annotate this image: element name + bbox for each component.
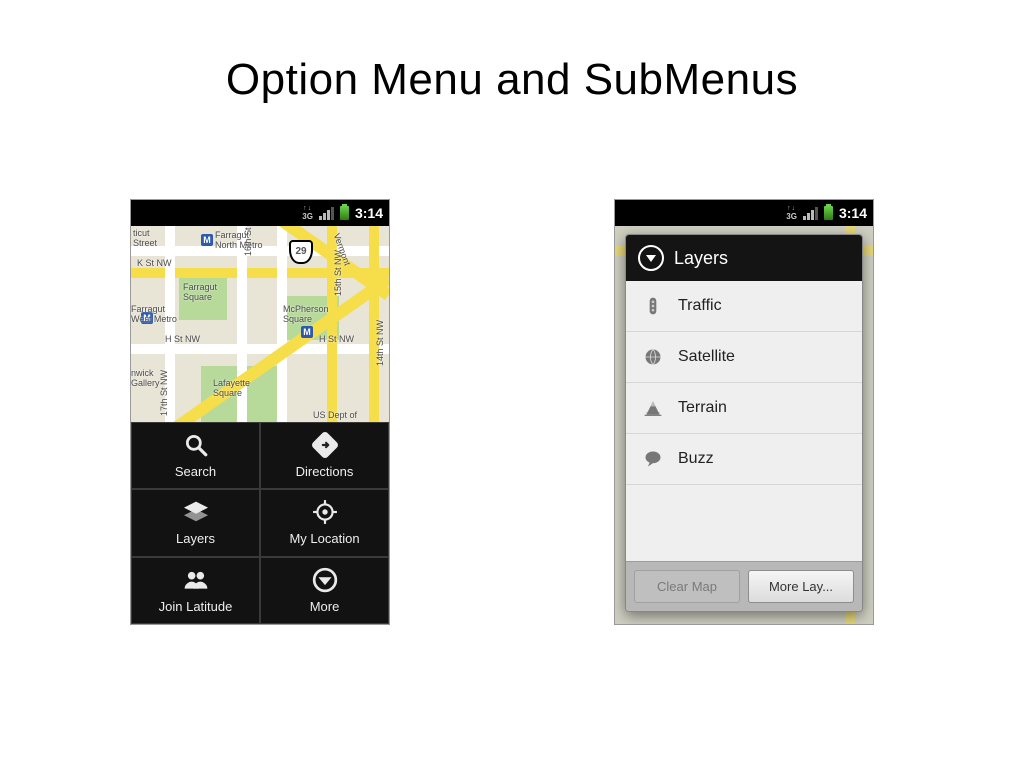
submenu-item-label: Traffic xyxy=(678,297,722,315)
terrain-icon xyxy=(642,397,664,419)
dropdown-circle-icon xyxy=(638,245,664,271)
option-label: Layers xyxy=(176,531,215,546)
option-label: My Location xyxy=(289,531,359,546)
status-time: 3:14 xyxy=(839,205,867,221)
map-view[interactable]: M M M 29 ticut Street K St NW Farragut N… xyxy=(131,226,389,422)
option-menu: Search Directions Layers M xyxy=(131,422,389,624)
satellite-icon xyxy=(642,346,664,368)
submenu-item-terrain[interactable]: Terrain xyxy=(626,383,862,434)
map-label: 17th St NW xyxy=(159,370,169,416)
submenu-list: Traffic Satellite Terrain xyxy=(626,281,862,561)
map-label: H St NW xyxy=(165,334,200,344)
signal-icon xyxy=(803,207,818,220)
map-label: nwick Gallery xyxy=(131,368,160,388)
traffic-icon xyxy=(642,295,664,317)
route-shield: 29 xyxy=(289,240,313,264)
network-3g-icon: ↑↓3G xyxy=(302,205,313,221)
submenu-item-traffic[interactable]: Traffic xyxy=(626,281,862,332)
layers-submenu: Layers Traffic Satellite xyxy=(625,234,863,612)
search-icon xyxy=(183,432,209,458)
metro-icon: M xyxy=(201,234,213,246)
option-layers[interactable]: Layers xyxy=(131,489,260,556)
option-label: Join Latitude xyxy=(159,599,233,614)
map-label: McPherson Square xyxy=(283,304,329,324)
clear-map-button[interactable]: Clear Map xyxy=(634,570,740,603)
option-my-location[interactable]: My Location xyxy=(260,489,389,556)
signal-icon xyxy=(319,207,334,220)
option-join-latitude[interactable]: Join Latitude xyxy=(131,557,260,624)
submenu-item-satellite[interactable]: Satellite xyxy=(626,332,862,383)
battery-icon xyxy=(824,206,833,220)
more-layers-button[interactable]: More Lay... xyxy=(748,570,854,603)
option-search[interactable]: Search xyxy=(131,422,260,489)
buzz-icon xyxy=(642,448,664,470)
map-label: US Dept of xyxy=(313,410,357,420)
submenu-footer: Clear Map More Lay... xyxy=(626,561,862,611)
map-label: ticut Street xyxy=(133,228,157,248)
latitude-icon xyxy=(183,567,209,593)
submenu-item-label: Satellite xyxy=(678,348,735,366)
status-bar: ↑↓3G 3:14 xyxy=(131,200,389,226)
map-label: 14th St NW xyxy=(375,320,385,366)
map-label: Farragut West Metro xyxy=(131,304,177,324)
battery-icon xyxy=(340,206,349,220)
my-location-icon xyxy=(312,499,338,525)
network-3g-icon: ↑↓3G xyxy=(786,205,797,221)
layers-icon xyxy=(183,499,209,525)
submenu-item-label: Terrain xyxy=(678,399,727,417)
option-more[interactable]: More xyxy=(260,557,389,624)
submenu-title: Layers xyxy=(674,248,728,269)
map-label: Lafayette Square xyxy=(213,378,250,398)
phone-option-menu: ↑↓3G 3:14 xyxy=(131,200,389,624)
phone-submenu: ↑↓3G 3:14 Layers Traffic xyxy=(615,200,873,624)
map-label: Farragut North Metro xyxy=(215,230,263,250)
metro-icon: M xyxy=(301,326,313,338)
map-label: H St NW xyxy=(319,334,354,344)
map-label: Farragut Square xyxy=(183,282,217,302)
option-label: More xyxy=(310,599,340,614)
directions-icon xyxy=(312,432,338,458)
map-label: K St NW xyxy=(137,258,172,268)
status-time: 3:14 xyxy=(355,205,383,221)
option-label: Search xyxy=(175,464,216,479)
option-directions[interactable]: Directions xyxy=(260,422,389,489)
submenu-item-label: Buzz xyxy=(678,450,714,468)
map-label: 16th St NW xyxy=(243,226,253,256)
submenu-header: Layers xyxy=(626,235,862,281)
slide-title: Option Menu and SubMenus xyxy=(0,55,1024,105)
status-bar: ↑↓3G 3:14 xyxy=(615,200,873,226)
submenu-item-buzz[interactable]: Buzz xyxy=(626,434,862,485)
option-label: Directions xyxy=(296,464,354,479)
more-icon xyxy=(312,567,338,593)
